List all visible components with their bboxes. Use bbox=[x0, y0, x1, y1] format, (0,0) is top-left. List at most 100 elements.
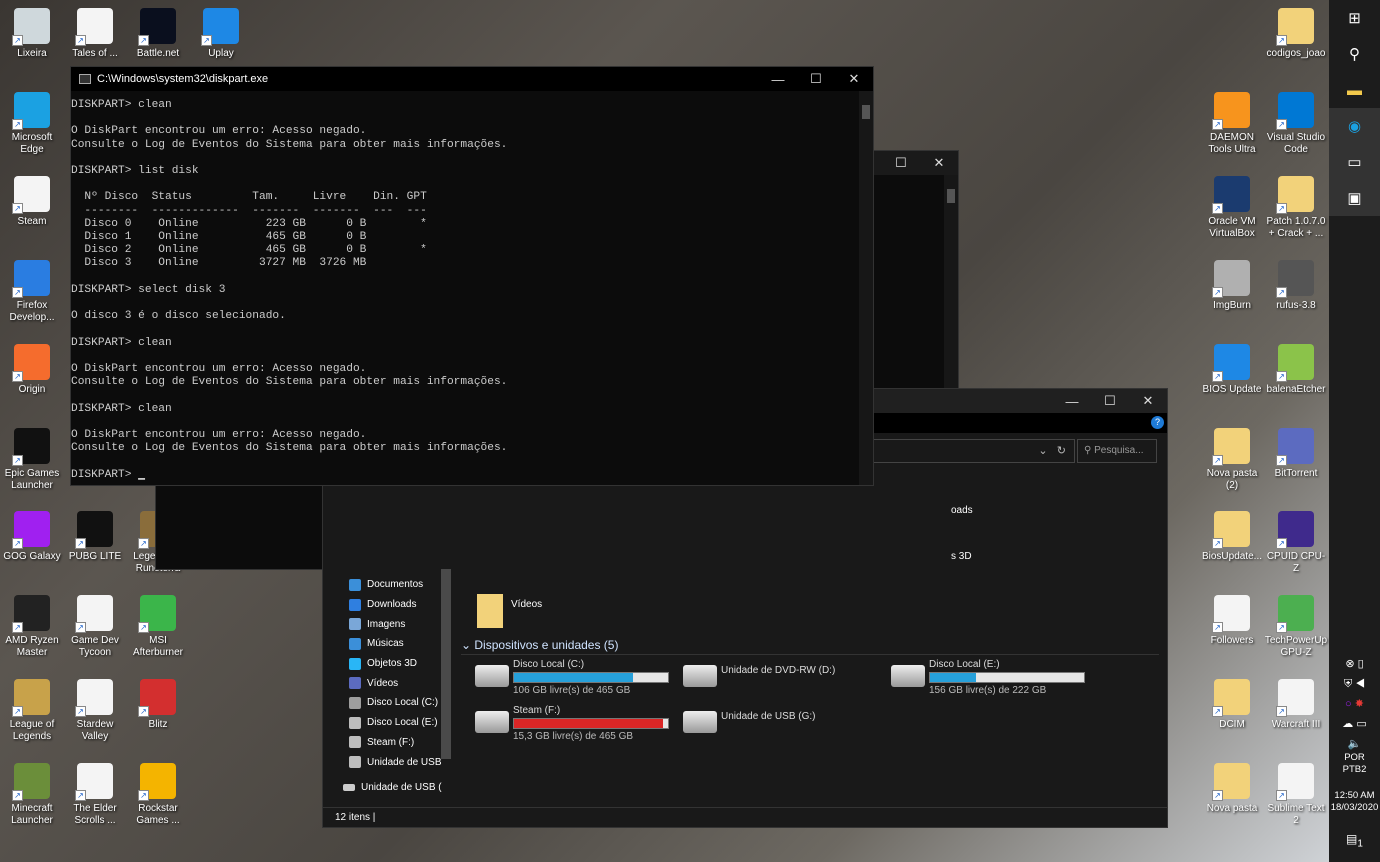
desktop-icon[interactable]: ↗ PUBG LITE bbox=[63, 511, 127, 563]
desktop-icon[interactable]: ↗ Blitz bbox=[126, 679, 190, 731]
close-button[interactable]: ✕ bbox=[1129, 389, 1167, 413]
drive-item[interactable]: Steam (F:) 15,3 GB livre(s) de 465 GB bbox=[475, 705, 669, 742]
desktop-icon[interactable]: ↗ Followers bbox=[1200, 595, 1264, 647]
desktop-icon[interactable]: ↗ Lixeira bbox=[0, 8, 64, 60]
desktop-icon[interactable]: ↗ Uplay bbox=[189, 8, 253, 60]
desktop-icon[interactable]: ↗ BIOS Update bbox=[1200, 344, 1264, 396]
desktop-icon[interactable]: ↗ Nova pasta bbox=[1200, 763, 1264, 815]
nav-icon bbox=[349, 716, 361, 729]
section-header[interactable]: ⌄ Dispositivos e unidades (5) bbox=[461, 638, 1159, 655]
maximize-button[interactable]: ☐ bbox=[797, 67, 835, 91]
desktop-icon[interactable]: ↗ MSI Afterburner bbox=[126, 595, 190, 659]
desktop-icon[interactable]: ↗ Steam bbox=[0, 176, 64, 228]
shortcut-arrow-icon: ↗ bbox=[1276, 455, 1287, 466]
nav-item[interactable]: Unidade de USB bbox=[323, 752, 453, 772]
console-output[interactable]: DISKPART> clean O DiskPart encontrou um … bbox=[71, 91, 873, 482]
nav-item[interactable]: Steam (F:) bbox=[323, 733, 453, 753]
drive-item[interactable]: Unidade de USB (G:) bbox=[683, 705, 816, 733]
desktop-icon-label: Visual Studio Code bbox=[1266, 132, 1326, 155]
search-button[interactable]: ⚲ bbox=[1329, 36, 1380, 72]
desktop-icon[interactable]: ↗ Rockstar Games ... bbox=[126, 763, 190, 827]
nav-item[interactable]: Downloads bbox=[323, 595, 453, 615]
minimize-button[interactable]: — bbox=[759, 67, 797, 91]
desktop-icon[interactable]: ↗ BitTorrent bbox=[1264, 428, 1328, 480]
nav-item[interactable]: Documentos bbox=[323, 575, 453, 595]
desktop-icon[interactable]: ↗ Sublime Text 2 bbox=[1264, 763, 1328, 827]
desktop-icon[interactable]: ↗ codigos_joao bbox=[1264, 8, 1328, 60]
nav-item[interactable]: Disco Local (C:) bbox=[323, 693, 453, 713]
desktop-icon[interactable]: ↗ TechPowerUp GPU-Z bbox=[1264, 595, 1328, 659]
tray-icons[interactable]: ⊗ ▯ ⛨ ◀ ○ ✸ ☁ ▭ 🔈 bbox=[1329, 654, 1380, 754]
taskbar-cmd[interactable]: ▭ bbox=[1329, 144, 1380, 180]
nav-item[interactable]: Disco Local (E:) bbox=[323, 713, 453, 733]
desktop-icon[interactable]: ↗ BiosUpdate... bbox=[1200, 511, 1264, 563]
clock[interactable]: 12:50 AM 18/03/2020 bbox=[1329, 790, 1380, 814]
desktop-icon[interactable]: ↗ Minecraft Launcher bbox=[0, 763, 64, 827]
desktop-icon[interactable]: ↗ DAEMON Tools Ultra bbox=[1200, 92, 1264, 156]
notifications-button[interactable]: ▤1 bbox=[1329, 832, 1380, 849]
taskbar-edge[interactable]: ◉ bbox=[1329, 108, 1380, 144]
window-title: C:\Windows\system32\diskpart.exe bbox=[97, 73, 269, 85]
nav-item[interactable]: Músicas bbox=[323, 634, 453, 654]
nav-icon bbox=[349, 598, 361, 611]
desktop-icon[interactable]: ↗ CPUID CPU-Z bbox=[1264, 511, 1328, 575]
start-button[interactable]: ⊞ bbox=[1329, 0, 1380, 36]
desktop-icon[interactable]: ↗ ImgBurn bbox=[1200, 260, 1264, 312]
desktop-icon[interactable]: ↗ Game Dev Tycoon bbox=[63, 595, 127, 659]
desktop-icon[interactable]: ↗ Firefox Develop... bbox=[0, 260, 64, 324]
desktop-icon-label: codigos_joao bbox=[1266, 48, 1326, 59]
title-bar[interactable]: C:\Windows\system32\diskpart.exe — ☐ ✕ bbox=[71, 67, 873, 91]
maximize-button[interactable]: ☐ bbox=[882, 151, 920, 175]
desktop-icon[interactable]: ↗ Epic Games Launcher bbox=[0, 428, 64, 492]
app-icon: ↗ bbox=[1276, 511, 1314, 549]
shortcut-arrow-icon: ↗ bbox=[1276, 287, 1287, 298]
nav-item[interactable]: Objetos 3D bbox=[323, 654, 453, 674]
search-input[interactable]: ⚲ Pesquisa... bbox=[1077, 439, 1157, 463]
drive-item[interactable]: Disco Local (E:) 156 GB livre(s) de 222 G… bbox=[891, 659, 1085, 696]
desktop-icon[interactable]: ↗ rufus-3.8 bbox=[1264, 260, 1328, 312]
folder-videos[interactable]: Vídeos bbox=[477, 594, 542, 628]
nav-scrollbar[interactable] bbox=[441, 569, 451, 759]
desktop-icon[interactable]: ↗ AMD Ryzen Master bbox=[0, 595, 64, 659]
app-icon: ↗ bbox=[75, 8, 113, 46]
taskbar-file-explorer[interactable]: ▬ bbox=[1329, 72, 1380, 108]
close-button[interactable]: ✕ bbox=[920, 151, 958, 175]
desktop-icon-label: Rockstar Games ... bbox=[136, 803, 180, 826]
desktop-icon[interactable]: ↗ DCIM bbox=[1200, 679, 1264, 731]
maximize-button[interactable]: ☐ bbox=[1091, 389, 1129, 413]
help-button[interactable]: ? bbox=[1151, 416, 1164, 429]
desktop-icon[interactable]: ↗ League of Legends bbox=[0, 679, 64, 743]
nav-item-usb[interactable]: Unidade de USB ( bbox=[323, 778, 453, 798]
scrollbar[interactable] bbox=[859, 91, 873, 485]
shortcut-arrow-icon: ↗ bbox=[138, 538, 149, 549]
desktop-icon[interactable]: ↗ Visual Studio Code bbox=[1264, 92, 1328, 156]
desktop-icon[interactable]: ↗ Stardew Valley bbox=[63, 679, 127, 743]
folder-objetos-3d[interactable]: s 3D bbox=[951, 551, 972, 562]
desktop-icon[interactable]: ↗ Microsoft Edge bbox=[0, 92, 64, 156]
taskbar-app[interactable]: ▣ bbox=[1329, 180, 1380, 216]
desktop-icon[interactable]: ↗ Patch 1.0.7.0 + Crack + ... bbox=[1264, 176, 1328, 240]
nav-item[interactable]: Imagens bbox=[323, 614, 453, 634]
desktop-icon[interactable]: ↗ GOG Galaxy bbox=[0, 511, 64, 563]
minimize-button[interactable]: — bbox=[1053, 389, 1091, 413]
diskpart-window[interactable]: C:\Windows\system32\diskpart.exe — ☐ ✕ DIS… bbox=[70, 66, 874, 486]
desktop-icon[interactable]: ↗ Battle.net bbox=[126, 8, 190, 60]
language-indicator[interactable]: POR PTB2 bbox=[1329, 752, 1380, 776]
desktop-icon-label: Battle.net bbox=[136, 48, 180, 59]
desktop-icon[interactable]: ↗ Oracle VM VirtualBox bbox=[1200, 176, 1264, 240]
nav-item[interactable]: Vídeos bbox=[323, 673, 453, 693]
desktop-icon[interactable]: ↗ The Elder Scrolls ... bbox=[63, 763, 127, 827]
desktop-icon-label: Blitz bbox=[148, 719, 168, 730]
shortcut-arrow-icon: ↗ bbox=[1276, 622, 1287, 633]
drive-item[interactable]: Disco Local (C:) 106 GB livre(s) de 465 G… bbox=[475, 659, 669, 696]
desktop-icon[interactable]: ↗ Nova pasta (2) bbox=[1200, 428, 1264, 492]
shortcut-arrow-icon: ↗ bbox=[1276, 538, 1287, 549]
shortcut-arrow-icon: ↗ bbox=[1212, 119, 1223, 130]
folder-downloads[interactable]: oads bbox=[951, 505, 973, 516]
desktop-icon[interactable]: ↗ Tales of ... bbox=[63, 8, 127, 60]
close-button[interactable]: ✕ bbox=[835, 67, 873, 91]
drive-item[interactable]: Unidade de DVD-RW (D:) bbox=[683, 659, 835, 687]
desktop-icon[interactable]: ↗ Origin bbox=[0, 344, 64, 396]
desktop-icon[interactable]: ↗ balenaEtcher bbox=[1264, 344, 1328, 396]
desktop-icon[interactable]: ↗ Warcraft III bbox=[1264, 679, 1328, 731]
